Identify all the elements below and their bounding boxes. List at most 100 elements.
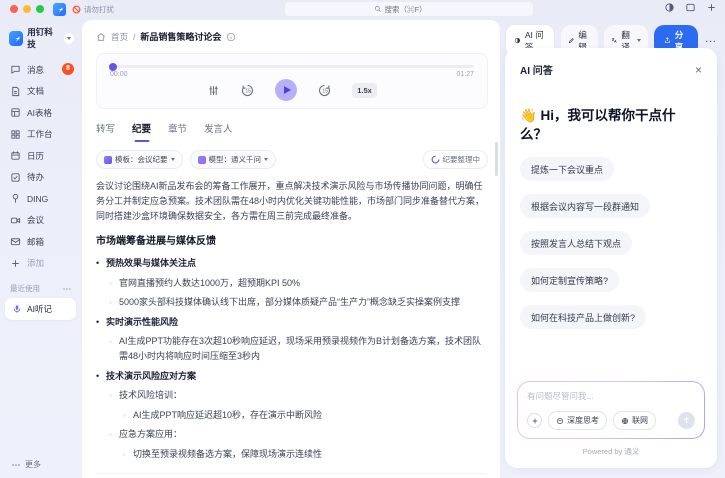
audio-progress-bar[interactable] — [110, 65, 474, 68]
deep-think-toggle[interactable]: 深度思考 — [548, 411, 607, 430]
section-divider — [96, 473, 486, 474]
pin-icon — [10, 193, 21, 204]
chevron-down-icon — [171, 158, 175, 161]
play-icon — [284, 86, 291, 94]
sidebar-item-calendar[interactable]: 日历 — [0, 145, 81, 167]
chevron-down-icon — [637, 39, 641, 42]
sidebar-item-mail[interactable]: 邮箱 — [0, 231, 81, 253]
suggestion-list: 提炼一下会议重点 根据会议内容写一段群通知 按照发言人总结下观点 如何定制宣传策… — [520, 157, 702, 329]
summary-status-label: 纪要整理中 — [443, 154, 481, 165]
plus-icon — [531, 417, 539, 425]
outline-item: ◦5000家头部科技媒体确认线下出席，部分媒体质疑产品“生产力”概念缺乏实操案例… — [96, 295, 486, 310]
more-actions-button[interactable]: ··· — [706, 36, 718, 46]
powered-by: Powered by 通义 — [505, 446, 717, 457]
tab-transcript[interactable]: 转写 — [96, 121, 115, 142]
bullet-marker: ◦ — [123, 447, 133, 462]
outline-item: ◦应急方案应用： — [96, 427, 486, 442]
web-search-toggle[interactable]: 联网 — [613, 411, 656, 430]
sidebar-item-label: 待办 — [27, 171, 44, 183]
bullet-marker: ◦ — [109, 276, 119, 291]
recent-section-header: 最近使用 — [0, 274, 81, 298]
sidebar-item-docs[interactable]: 文档 — [0, 81, 81, 103]
suggestion-chip[interactable]: 按照发言人总结下观点 — [520, 231, 632, 255]
outline-item: •技术演示风险应对方案 — [96, 369, 486, 384]
sidebar-add-label: 添加 — [27, 257, 44, 269]
forward-15-icon[interactable]: 15 — [317, 83, 332, 98]
mail-icon — [10, 236, 21, 247]
close-window-button[interactable] — [10, 5, 18, 13]
tab-summary[interactable]: 纪要 — [132, 121, 151, 142]
sidebar-more-button[interactable]: 更多 — [11, 459, 41, 470]
template-label: 模板：会议纪要 — [115, 154, 168, 165]
rewind-15-icon[interactable]: 15 — [240, 83, 255, 98]
ai-question-input[interactable] — [527, 391, 695, 401]
panel-title: AI 问答 — [520, 62, 553, 77]
workspace-caret[interactable] — [64, 33, 74, 44]
add-tab-icon[interactable] — [706, 2, 717, 13]
play-button[interactable] — [275, 79, 297, 101]
sidebar-more-label: 更多 — [25, 459, 41, 470]
chevron-down-icon — [264, 158, 268, 161]
theme-toggle-icon[interactable] — [664, 2, 675, 13]
more-dots-icon — [11, 460, 21, 470]
search-input[interactable] — [385, 5, 445, 14]
do-not-disturb-status[interactable]: 请勿打扰 — [72, 4, 114, 15]
model-label: 模型：通义千问 — [209, 154, 262, 165]
outline-text: 5000家头部科技媒体确认线下出席，部分媒体质疑产品“生产力”概念缺乏实操案例支… — [119, 295, 460, 310]
bullet-marker: ◦ — [109, 295, 119, 310]
video-camera-icon — [10, 215, 21, 226]
suggestion-chip[interactable]: 如何在科技产品上做创新? — [520, 305, 646, 329]
minimize-window-button[interactable] — [23, 5, 31, 13]
new-window-icon[interactable] — [685, 2, 696, 13]
sidebar: 用钉科技 消息 8 文档 AI表格 工作台 日历 待办 DING 会议 邮箱 添 — [0, 18, 81, 478]
audio-settings-icon[interactable] — [207, 84, 220, 97]
tab-chapters[interactable]: 章节 — [168, 121, 187, 142]
home-icon[interactable] — [96, 32, 106, 42]
recent-item-label: AI听记 — [27, 303, 52, 315]
sidebar-item-todo[interactable]: 待办 — [0, 167, 81, 189]
outline-item: ◦AI生成PPT功能存在3次超10秒响应延迟，现场采用预录视频作为B计划备选方案… — [96, 334, 486, 364]
sidebar-item-ai-table[interactable]: AI表格 — [0, 102, 81, 124]
send-button[interactable] — [678, 412, 695, 429]
sidebar-add-app-button[interactable]: 添加 — [0, 253, 81, 275]
suggestion-chip[interactable]: 根据会议内容写一段群通知 — [520, 194, 650, 218]
sidebar-item-messages[interactable]: 消息 8 — [0, 59, 81, 81]
summary-intro: 会议讨论围绕AI新品发布会的筹备工作展开，重点解决技术演示风险与市场传播协同问题… — [96, 179, 486, 224]
workspace-switcher[interactable]: 用钉科技 — [0, 18, 81, 59]
sidebar-item-ai-transcribe[interactable]: AI听记 — [5, 298, 76, 320]
suggestion-chip[interactable]: 提炼一下会议重点 — [520, 157, 614, 181]
suggestion-chip[interactable]: 如何定制宣传策略? — [520, 268, 619, 292]
sidebar-item-workbench[interactable]: 工作台 — [0, 124, 81, 146]
translate-icon — [611, 36, 617, 45]
sidebar-item-meeting[interactable]: 会议 — [0, 210, 81, 232]
bullet-marker: ◦ — [109, 334, 119, 364]
audio-player: 00:00 01:27 15 15 1.5x — [96, 53, 488, 109]
plus-icon — [10, 258, 21, 269]
globe-icon — [621, 417, 629, 425]
audio-progress-handle[interactable] — [109, 63, 117, 71]
sidebar-item-label: AI表格 — [27, 107, 52, 119]
deep-think-icon — [556, 417, 564, 425]
model-select[interactable]: 模型：通义千问 — [190, 150, 277, 169]
template-select[interactable]: 模板：会议纪要 — [96, 150, 183, 169]
summary-toolbar: 模板：会议纪要 模型：通义千问 纪要整理中 — [82, 142, 500, 169]
sidebar-item-ding[interactable]: DING — [0, 188, 81, 210]
playback-speed-button[interactable]: 1.5x — [352, 83, 377, 98]
unread-badge: 8 — [62, 63, 74, 75]
bullet-marker: ◦ — [123, 408, 133, 423]
attach-button[interactable] — [527, 413, 542, 428]
outline-item: ◦AI生成PPT响应延迟超10秒，存在演示中断风险 — [96, 408, 486, 423]
tab-speakers[interactable]: 发言人 — [204, 121, 233, 142]
zoom-window-button[interactable] — [36, 5, 44, 13]
recent-section-title: 最近使用 — [10, 283, 40, 294]
todo-check-icon — [10, 172, 21, 183]
global-search[interactable] — [285, 2, 533, 16]
outline-item: •实时演示性能风险 — [96, 315, 486, 330]
breadcrumb-home[interactable]: 首页 — [111, 31, 128, 43]
more-dots-icon[interactable] — [62, 284, 72, 294]
info-icon[interactable] — [226, 32, 236, 42]
close-icon[interactable]: × — [695, 65, 702, 75]
main-scrollbar[interactable] — [495, 142, 498, 176]
bullet-marker: • — [96, 369, 106, 384]
calendar-icon — [10, 150, 21, 161]
